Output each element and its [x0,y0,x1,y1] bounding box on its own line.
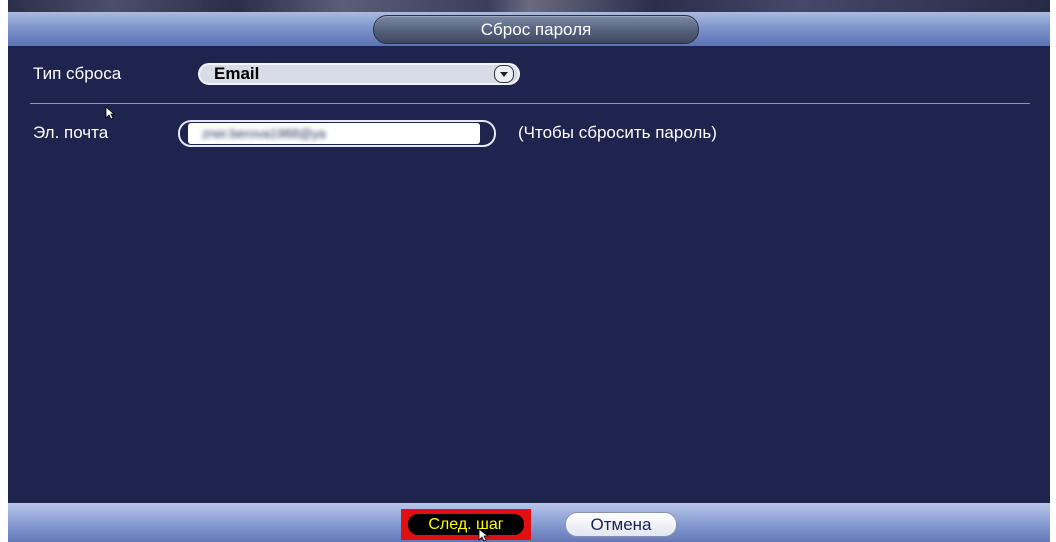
reset-type-value: Email [214,64,260,83]
mouse-pointer-icon [105,106,115,120]
chevron-down-icon[interactable] [494,65,514,83]
email-field[interactable]: zner.berova1988@ya [178,120,496,147]
email-hint: (Чтобы сбросить пароль) [518,123,717,142]
mouse-pointer-icon [478,528,490,542]
next-step-label: След. шаг [408,514,524,535]
reset-type-label: Тип сброса [33,64,122,83]
separator [30,103,1030,104]
next-step-button[interactable]: След. шаг [401,509,531,540]
cancel-button[interactable]: Отмена [565,512,677,537]
dialog-title: Сброс пароля [373,15,699,44]
title-bar: Сброс пароля [8,12,1050,46]
background-strip [8,0,1050,12]
email-value: zner.berova1988@ya [202,126,326,141]
footer-bar: След. шаг Отмена [8,503,1050,542]
reset-type-dropdown[interactable]: Email [198,63,520,85]
email-label: Эл. почта [33,123,109,142]
reset-password-dialog: Сброс пароля Тип сброса Email Эл. почта … [8,0,1050,542]
